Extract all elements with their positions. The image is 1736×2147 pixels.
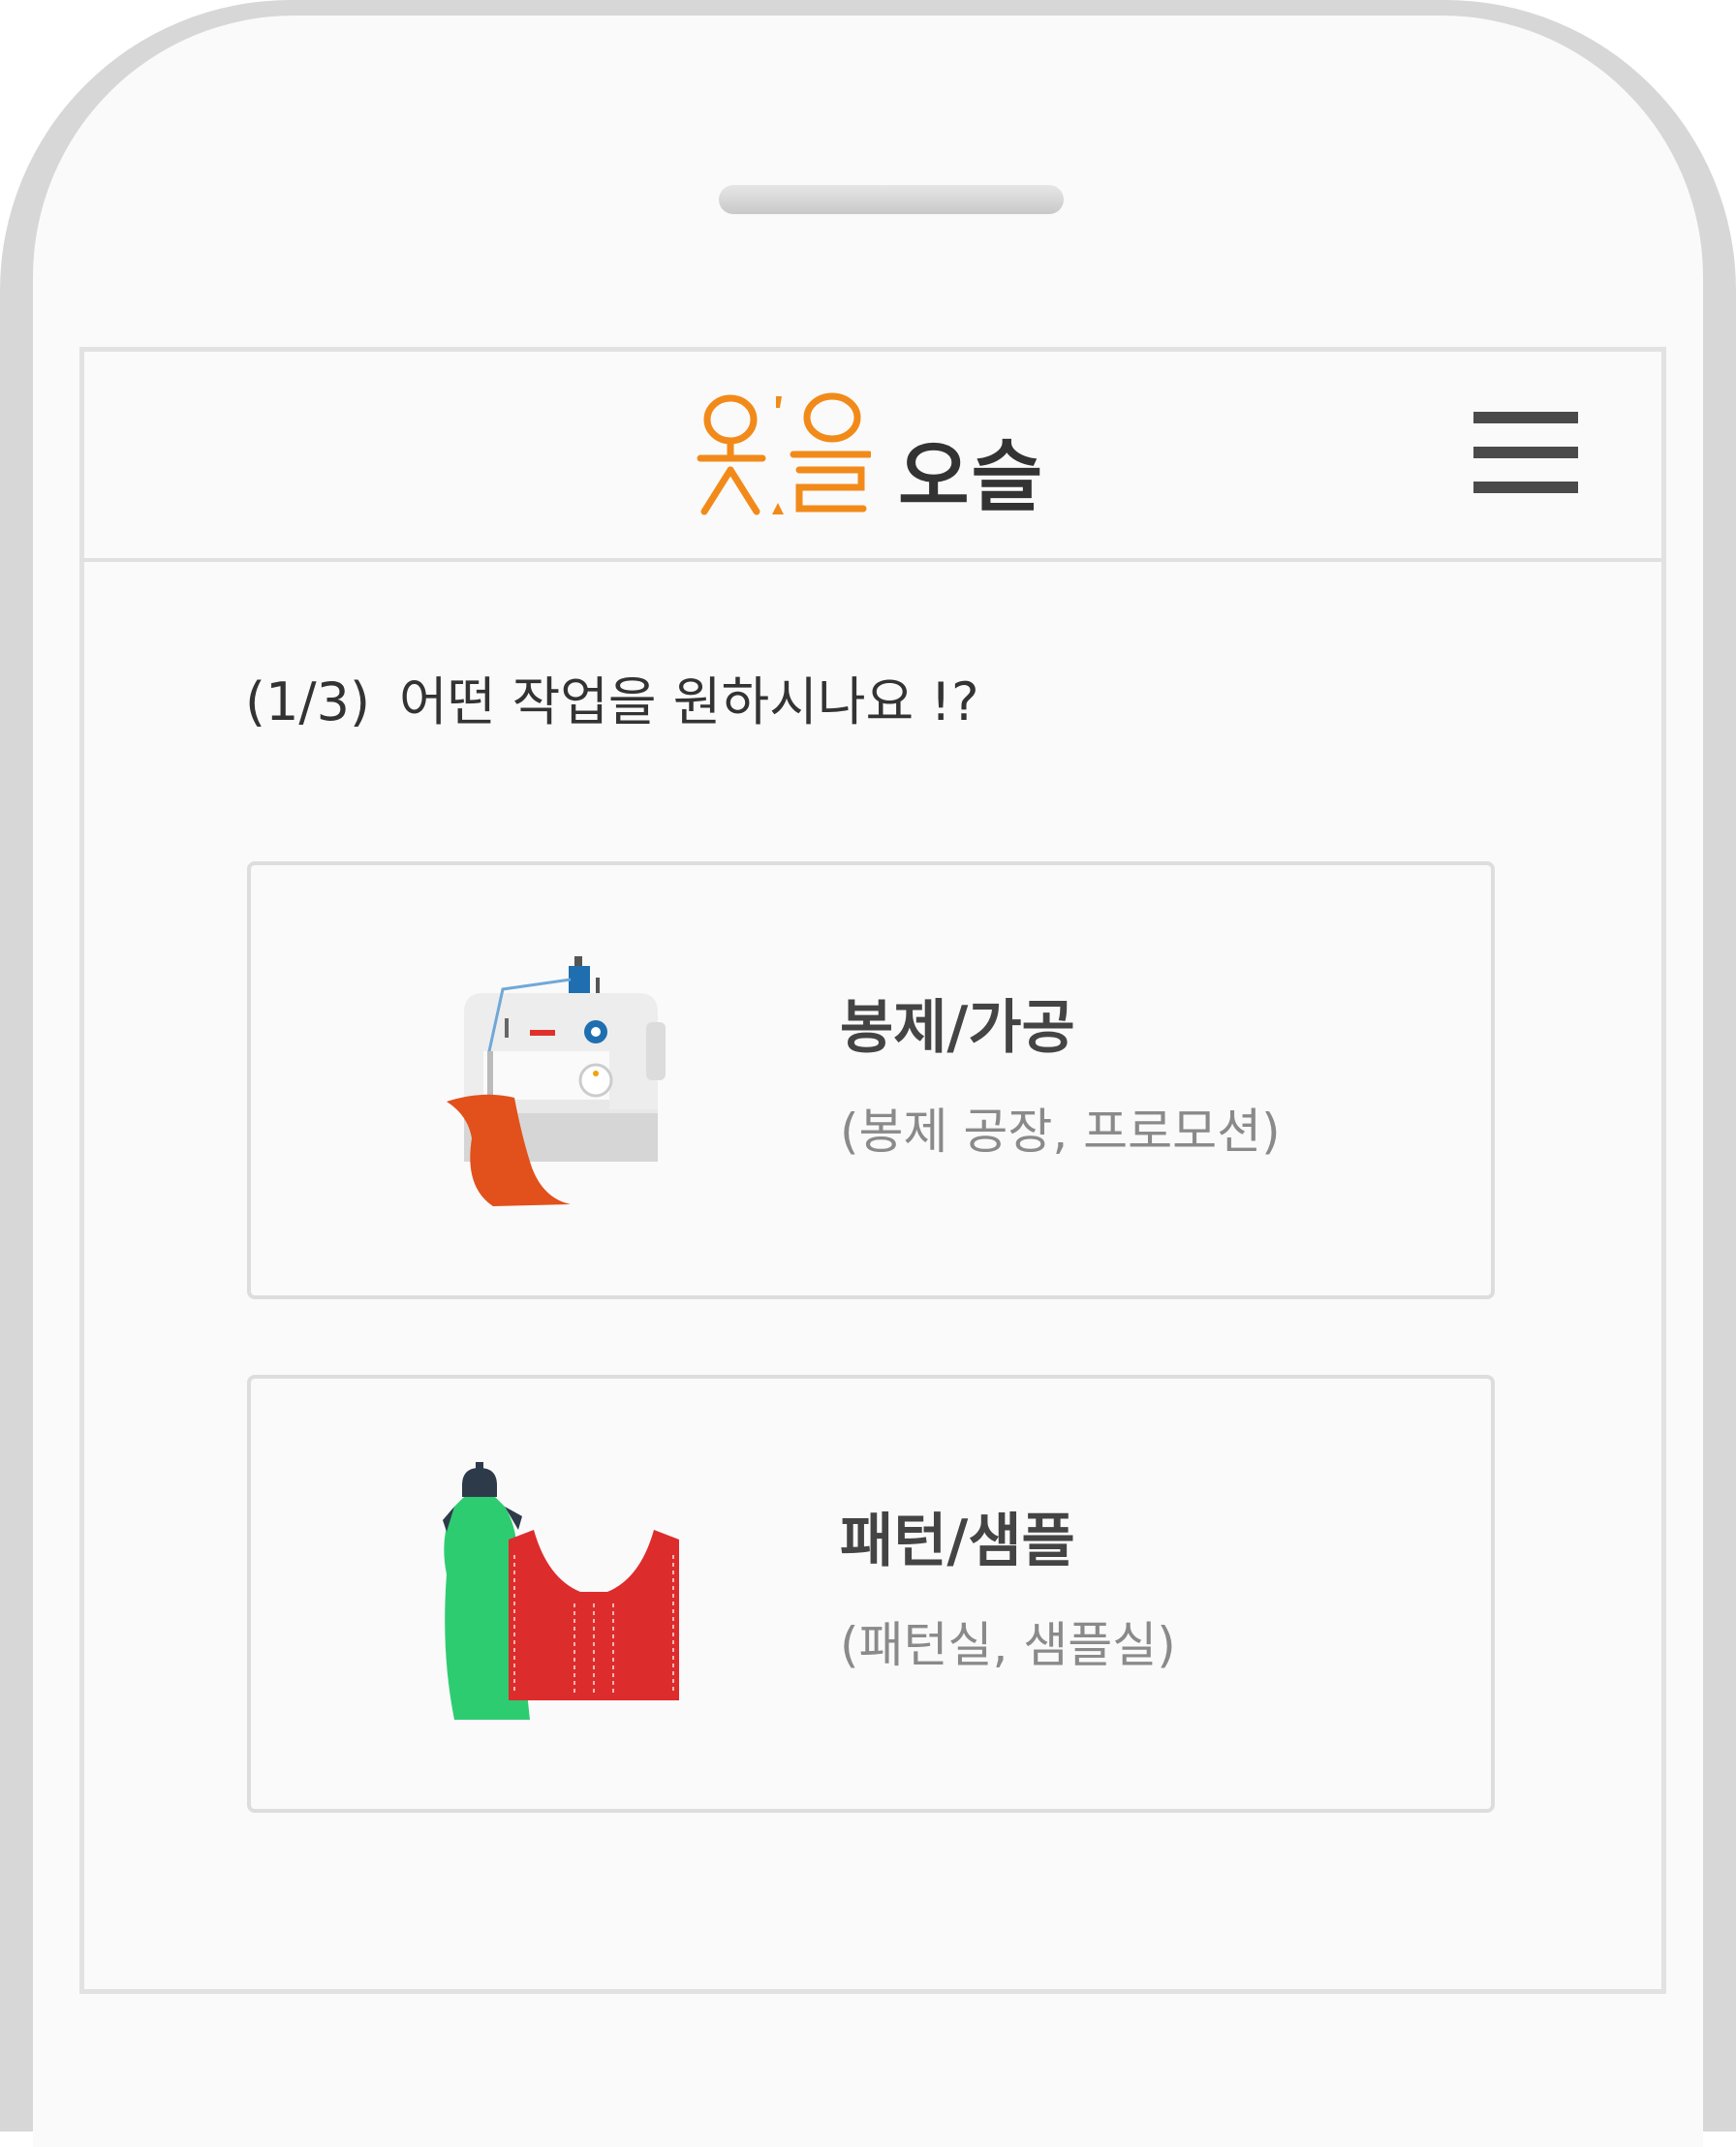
menu-bar-icon [1473,447,1578,458]
option-card-sewing[interactable]: 봉제/가공 (봉제 공장, 프로모션) [247,861,1495,1299]
question-step: (1/3) [245,671,371,732]
menu-bar-icon [1473,482,1578,493]
app-screen: 옷을 오슬 (1/3)어떤 작업을 [79,347,1666,1994]
question-text: 어떤 작업을 원하시나요 !? [399,671,979,732]
option-subtitle: (봉제 공장, 프로모션) [840,1104,1281,1160]
dress-pattern-icon [443,1462,679,1720]
menu-bar-icon [1473,412,1578,423]
app-header: 옷을 오슬 [84,352,1661,562]
brand-logo[interactable]: 옷을 [697,390,871,526]
phone-speaker [719,185,1064,214]
brand-name: 오슬 [898,432,1045,522]
question-heading: (1/3) 어떤 작업을 원하시나요 !? [245,676,979,729]
option-title: 봉제/가공 [840,994,1075,1062]
option-card-pattern[interactable]: 패턴/샘플 (패턴실, 샘플실) [247,1375,1495,1813]
sewing-machine-icon [447,956,666,1206]
option-title: 패턴/샘플 [840,1508,1075,1575]
option-subtitle: (패턴실, 샘플실) [840,1617,1176,1673]
hamburger-menu-button[interactable] [1473,412,1582,499]
